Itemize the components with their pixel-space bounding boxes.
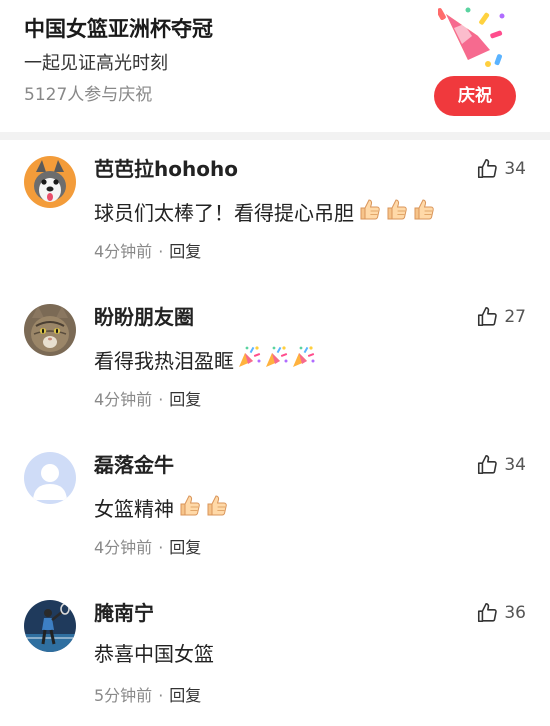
topic-header: 中国女篮亚洲杯夺冠 一起见证高光时刻 5127人参与庆祝 庆祝 xyxy=(0,0,550,132)
meta-separator: · xyxy=(158,538,164,557)
comment-username[interactable]: 芭芭拉hohoho xyxy=(94,156,238,182)
comment-time: 4分钟前 xyxy=(94,242,153,261)
party-popper-emoji xyxy=(236,344,263,377)
like-button[interactable]: 36 xyxy=(476,601,526,625)
like-count: 27 xyxy=(504,307,526,327)
comment-text: 恭喜中国女篮 xyxy=(94,640,216,668)
thumbs-up-icon xyxy=(478,159,498,179)
like-button[interactable]: 27 xyxy=(476,305,526,329)
comment-time: 4分钟前 xyxy=(94,538,153,557)
comment-item: 腌南宁 36 恭喜中国女篮 5分钟前 · 回复 xyxy=(0,584,550,726)
reply-button[interactable]: 回复 xyxy=(169,242,201,261)
like-count: 34 xyxy=(504,455,526,475)
comment-text: 球员们太棒了！看得提心吊胆 xyxy=(94,196,437,229)
section-divider xyxy=(0,132,550,140)
emoji-group xyxy=(356,196,437,229)
comment-text-content: 看得我热泪盈眶 xyxy=(94,348,234,373)
meta-separator: · xyxy=(158,686,164,705)
tennis-player-avatar[interactable] xyxy=(24,600,76,652)
party-popper-emoji xyxy=(263,344,290,377)
emoji-group xyxy=(176,492,230,525)
husky-dog-avatar[interactable] xyxy=(24,156,76,208)
meta-separator: · xyxy=(158,242,164,261)
reply-button[interactable]: 回复 xyxy=(169,390,201,409)
like-count: 36 xyxy=(504,603,526,623)
thumbs-up-icon xyxy=(478,307,498,327)
comment-meta: 4分钟前 · 回复 xyxy=(94,389,201,411)
meta-separator: · xyxy=(158,390,164,409)
comment-meta: 5分钟前 · 回复 xyxy=(94,685,201,707)
comment-text-content: 恭喜中国女篮 xyxy=(94,642,214,666)
thumbs-up-emoji xyxy=(203,492,230,525)
thumbs-up-emoji xyxy=(383,196,410,229)
comment-meta: 4分钟前 · 回复 xyxy=(94,537,201,559)
like-count: 34 xyxy=(504,159,526,179)
like-button[interactable]: 34 xyxy=(476,453,526,477)
party-popper-icon xyxy=(438,7,505,67)
thumbs-up-icon xyxy=(478,455,498,475)
comment-text-content: 女篮精神 xyxy=(94,496,174,521)
thumbs-up-icon xyxy=(478,603,498,623)
comment-username[interactable]: 腌南宁 xyxy=(94,600,154,626)
thumbs-up-emoji xyxy=(410,196,437,229)
default-user-avatar[interactable] xyxy=(24,452,76,504)
reply-button[interactable]: 回复 xyxy=(169,538,201,557)
comment-item: 芭芭拉hohoho 34 球员们太棒了！看得提心吊胆 4分钟前 · 回复 xyxy=(0,140,550,288)
comment-item: 磊落金牛 34 女篮精神 4分钟前 · 回复 xyxy=(0,436,550,584)
comment-text-content: 球员们太棒了！看得提心吊胆 xyxy=(94,200,354,225)
comment-text: 看得我热泪盈眶 xyxy=(94,344,317,377)
comment-list: 芭芭拉hohoho 34 球员们太棒了！看得提心吊胆 4分钟前 · 回复 盼盼朋… xyxy=(0,140,550,726)
reply-button[interactable]: 回复 xyxy=(169,686,201,705)
comment-time: 4分钟前 xyxy=(94,390,153,409)
party-popper-emoji xyxy=(290,344,317,377)
comment-username[interactable]: 磊落金牛 xyxy=(94,452,174,478)
cat-avatar[interactable] xyxy=(24,304,76,356)
comment-item: 盼盼朋友圈 27 看得我热泪盈眶 4分钟前 · 回复 xyxy=(0,288,550,436)
celebrate-button[interactable]: 庆祝 xyxy=(434,76,516,116)
like-button[interactable]: 34 xyxy=(476,157,526,181)
emoji-group xyxy=(236,344,317,377)
comment-meta: 4分钟前 · 回复 xyxy=(94,241,201,263)
thumbs-up-emoji xyxy=(356,196,383,229)
comment-text: 女篮精神 xyxy=(94,492,230,525)
comment-time: 5分钟前 xyxy=(94,686,153,705)
comment-username[interactable]: 盼盼朋友圈 xyxy=(94,304,194,330)
thumbs-up-emoji xyxy=(176,492,203,525)
